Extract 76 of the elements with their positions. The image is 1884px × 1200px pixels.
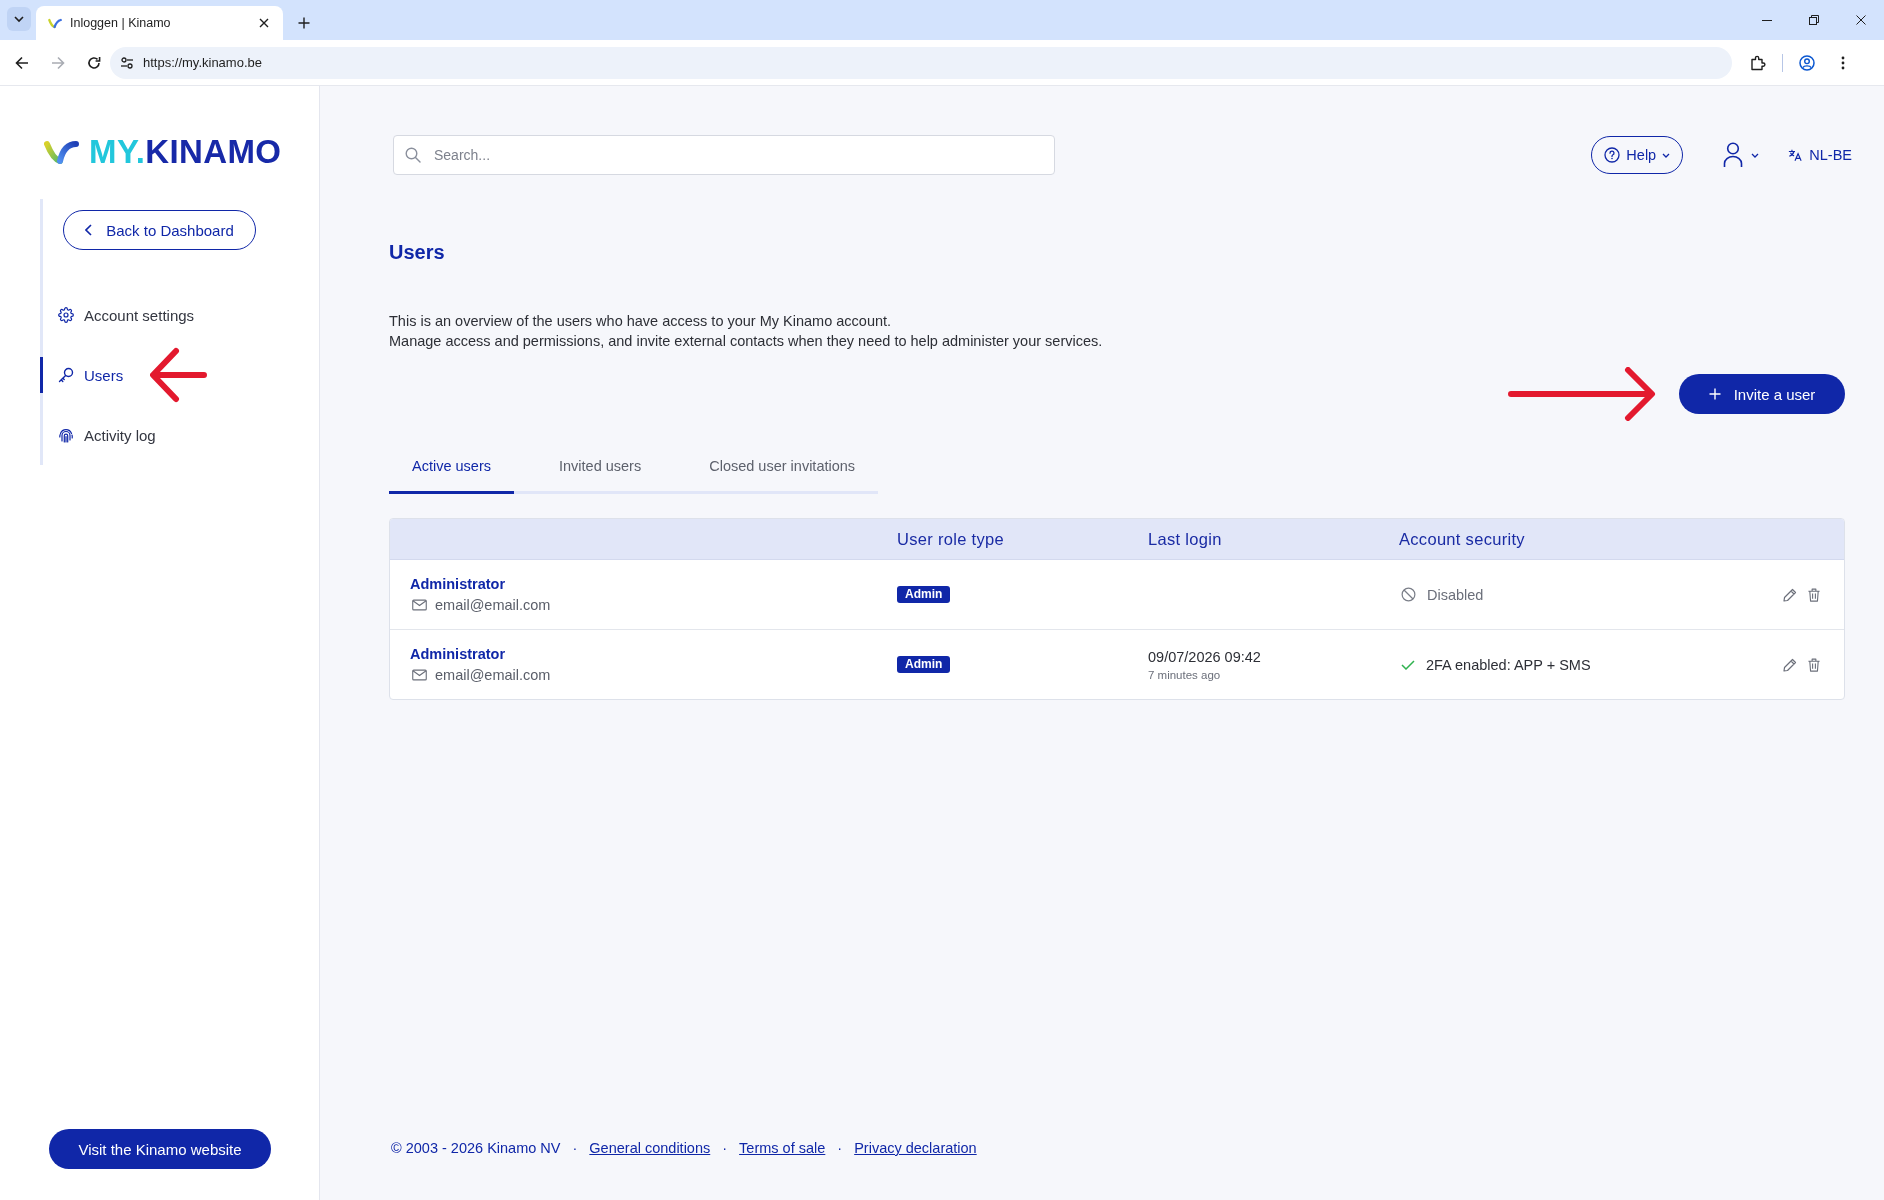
sidebar-item[interactable]: Activity log <box>40 417 162 453</box>
chevron-down-icon <box>1751 152 1760 158</box>
logo-text: MY.KINAMO <box>89 137 282 167</box>
trash-icon <box>1807 587 1821 602</box>
footer-link[interactable]: Privacy declaration <box>854 1138 977 1158</box>
tab[interactable]: Active users <box>389 440 514 494</box>
sidebar-item[interactable]: Users <box>40 357 130 393</box>
invite-user-button[interactable]: Invite a user <box>1679 374 1845 414</box>
column-header: Last login <box>1148 529 1222 549</box>
site-info-icon <box>120 55 134 70</box>
user-email: email@email.com <box>435 667 551 683</box>
separator-dot: · <box>721 1139 729 1158</box>
role-badge: Admin <box>897 586 951 603</box>
search-field[interactable]: Search... <box>393 135 1055 175</box>
separator-dot: · <box>836 1139 844 1158</box>
delete-button[interactable] <box>1806 656 1822 673</box>
sidebar-item[interactable]: Account settings <box>40 297 201 333</box>
column-header: User role type <box>897 529 1004 549</box>
footer-link[interactable]: Terms of sale <box>739 1138 826 1158</box>
language-button[interactable]: NL-BE <box>1788 147 1852 163</box>
plus-icon <box>1708 388 1721 400</box>
role-badge: Admin <box>897 656 951 673</box>
address-field[interactable]: https://my.kinamo.be <box>110 46 1732 79</box>
puzzle-icon <box>1750 54 1766 71</box>
footer-link[interactable]: General conditions <box>589 1138 711 1158</box>
description-text: This is an overview of the users who have access to your My Kinamo account. <box>389 312 892 331</box>
user-email: email@email.com <box>435 597 551 613</box>
user-name: Administrator <box>410 576 506 592</box>
fingerprint-icon <box>58 427 74 443</box>
description-text: Manage access and permissions, and invite external contacts when they need to help administer your services. <box>389 332 1103 351</box>
plus-icon <box>298 17 310 29</box>
column-header: Account security <box>1399 529 1525 549</box>
edit-button[interactable] <box>1782 656 1798 673</box>
trash-icon <box>1807 657 1821 672</box>
last-login-date: 09/07/2026 09:42 <box>1148 648 1261 665</box>
chevron-left-icon <box>85 224 93 236</box>
minimize-icon <box>1761 19 1772 21</box>
person-icon <box>1723 142 1744 168</box>
translate-icon <box>1788 148 1803 162</box>
mail-icon <box>412 599 427 611</box>
arrow-right-icon <box>51 55 65 70</box>
edit-button[interactable] <box>1782 586 1798 603</box>
logo-icon <box>48 17 62 29</box>
help-icon <box>1604 147 1621 163</box>
mail-icon <box>412 669 427 681</box>
search-icon <box>405 147 421 163</box>
chevron-down-icon <box>14 14 24 24</box>
security-status: Disabled <box>1427 586 1484 603</box>
copyright-text: © 2003 - 2026 Kinamo NV <box>391 1139 561 1158</box>
pencil-icon <box>1783 657 1797 672</box>
arrow-left-icon <box>15 55 29 70</box>
reload-icon <box>87 55 101 70</box>
page-title: Users <box>389 240 445 265</box>
chevron-down-icon <box>1662 152 1671 158</box>
separator-dot: · <box>571 1139 579 1158</box>
restore-icon <box>1808 15 1819 25</box>
tab-list-button[interactable] <box>7 7 31 31</box>
close-icon <box>1855 15 1866 25</box>
check-icon <box>1401 659 1415 670</box>
browser-tab[interactable]: Inloggen | Kinamo <box>36 6 283 40</box>
visit-website-button[interactable]: Visit the Kinamo website <box>49 1129 271 1169</box>
close-icon <box>259 18 269 28</box>
security-status: 2FA enabled: APP + SMS <box>1426 656 1591 673</box>
pencil-icon <box>1783 587 1797 602</box>
logo-icon <box>44 139 80 165</box>
menu-icon <box>1841 55 1845 70</box>
ban-icon <box>1401 587 1416 602</box>
tab[interactable]: Invited users <box>536 440 665 494</box>
profile-icon <box>1799 54 1815 71</box>
key-icon <box>58 367 74 383</box>
last-login-relative: 7 minutes ago <box>1148 668 1221 681</box>
settings-icon <box>58 307 74 323</box>
user-name: Administrator <box>410 646 506 662</box>
tab[interactable]: Closed user invitations <box>686 440 879 494</box>
delete-button[interactable] <box>1806 586 1822 603</box>
account-menu-button[interactable] <box>1723 140 1760 170</box>
